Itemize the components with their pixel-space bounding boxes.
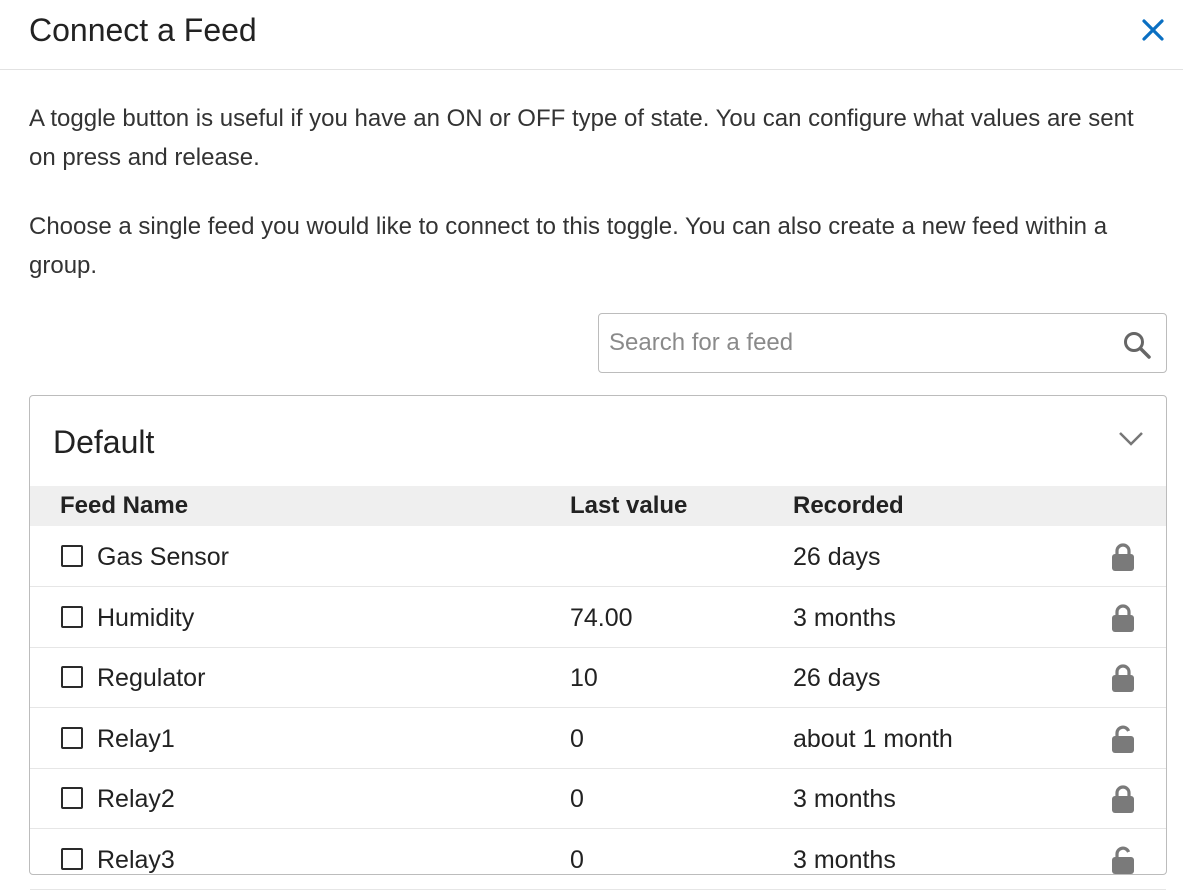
group-title: Default <box>53 424 155 460</box>
feed-recorded: 3 months <box>793 845 896 874</box>
dialog-title: Connect a Feed <box>29 12 257 48</box>
feed-name: Relay2 <box>97 785 175 813</box>
feed-recorded: 3 months <box>793 785 896 813</box>
feed-last-value: 0 <box>570 845 584 874</box>
toggle-description: A toggle button is useful if you have an… <box>29 105 1134 171</box>
chevron-down-icon[interactable] <box>1116 426 1146 450</box>
table-row[interactable]: Relay3 0 3 months <box>30 830 1166 890</box>
table-row[interactable]: Relay2 0 3 months <box>30 769 1166 829</box>
feed-recorded: 3 months <box>793 603 896 632</box>
feed-checkbox[interactable] <box>61 847 83 870</box>
table-row[interactable]: Gas Sensor 26 days <box>30 527 1166 587</box>
lock-icon <box>1109 603 1137 633</box>
feed-search <box>598 313 1167 373</box>
table-row[interactable]: Regulator 10 26 days <box>30 648 1166 708</box>
feed-last-value: 0 <box>570 724 584 753</box>
feed-checkbox[interactable] <box>61 787 83 809</box>
table-header: Feed Name Last value Recorded <box>30 486 1166 526</box>
feed-name: Gas Sensor <box>97 543 230 571</box>
unlock-icon <box>1109 845 1137 875</box>
search-input[interactable] <box>609 322 1109 364</box>
feed-checkbox[interactable] <box>61 666 83 688</box>
feed-checkbox[interactable] <box>61 545 83 567</box>
feed-name: Regulator <box>97 664 206 692</box>
feed-checkbox[interactable] <box>61 605 83 628</box>
feed-name: Relay1 <box>97 724 175 753</box>
feed-recorded: 26 days <box>793 543 881 571</box>
feed-group-panel: Default Feed Name Last value Recorded Ga… <box>29 395 1167 890</box>
column-feed-name[interactable]: Feed Name <box>60 486 188 526</box>
feed-last-value: 0 <box>570 785 584 813</box>
lock-icon <box>1109 663 1137 693</box>
close-icon[interactable] <box>1136 13 1170 47</box>
table-row[interactable]: Relay1 0 about 1 month <box>30 709 1166 769</box>
column-last-value[interactable]: Last value <box>570 486 687 526</box>
close-button[interactable] <box>1136 13 1170 47</box>
lock-icon <box>1109 542 1137 572</box>
column-recorded[interactable]: Recorded <box>793 486 904 526</box>
feed-last-value: 10 <box>570 664 598 692</box>
table-row[interactable]: Humidity 74.00 3 months <box>30 588 1166 648</box>
dialog-header: Connect a Feed <box>0 0 1183 70</box>
feed-last-value: 74.00 <box>570 603 633 632</box>
feed-checkbox[interactable] <box>61 726 83 749</box>
unlock-icon <box>1109 724 1137 754</box>
feed-name: Relay3 <box>97 845 175 874</box>
feed-instruction: Choose a single feed you would like to c… <box>29 213 1108 279</box>
feed-recorded: about 1 month <box>793 724 953 753</box>
feed-recorded: 26 days <box>793 664 881 692</box>
lock-icon <box>1109 784 1137 814</box>
search-icon[interactable] <box>1122 330 1152 360</box>
feed-name: Humidity <box>97 603 195 632</box>
